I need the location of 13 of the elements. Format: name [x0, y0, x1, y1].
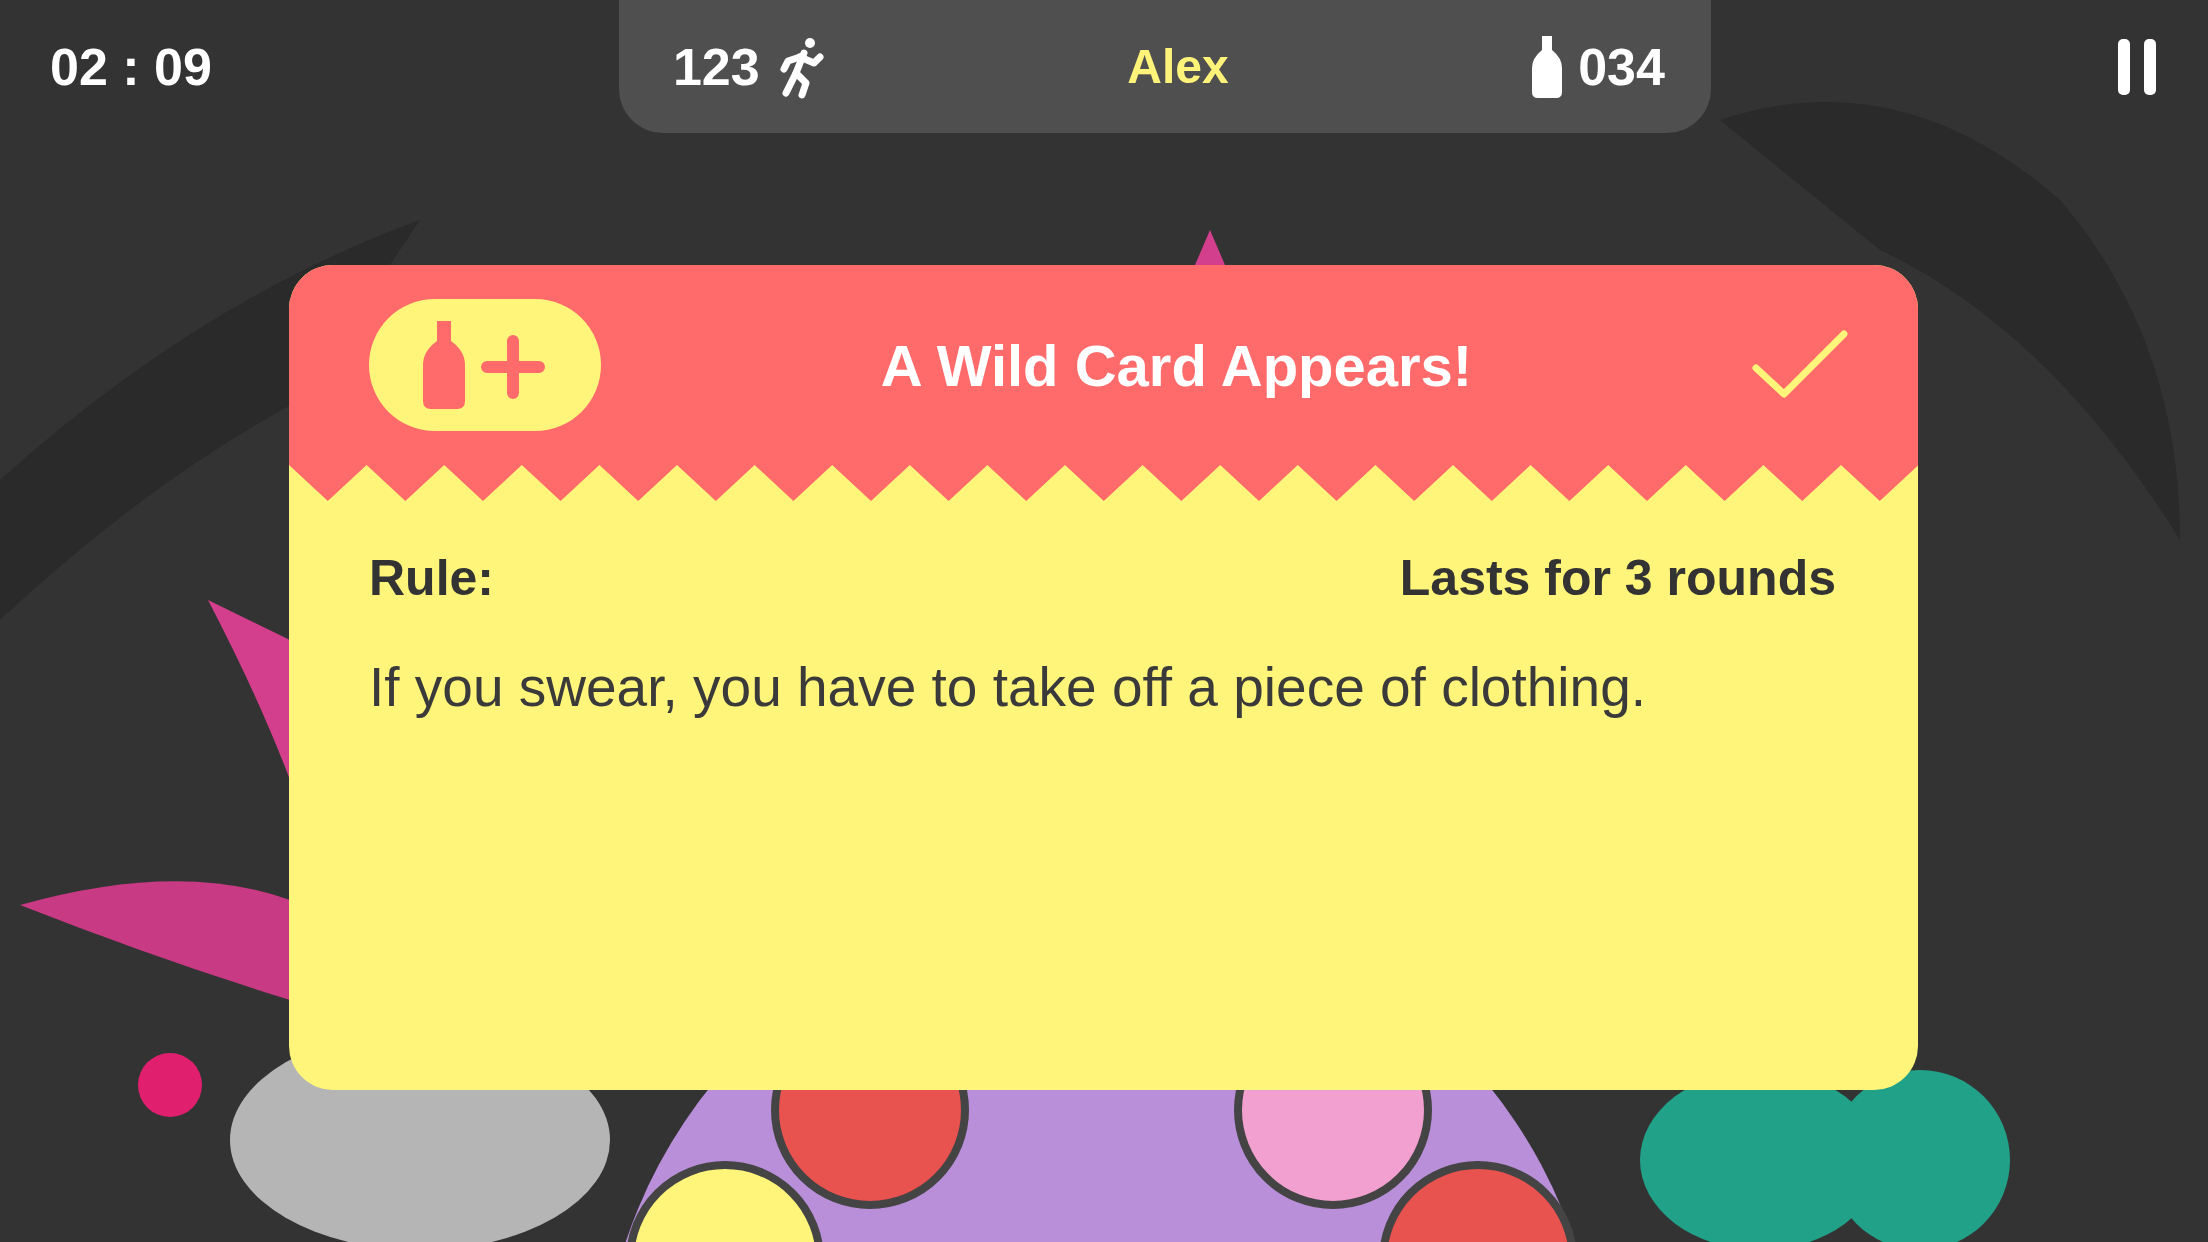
- rule-label: Rule:: [369, 549, 494, 608]
- pause-icon[interactable]: [2118, 38, 2158, 95]
- player-name: Alex: [1127, 38, 1229, 95]
- checkmark-icon[interactable]: [1752, 330, 1848, 400]
- bottle-icon: [1532, 35, 1563, 98]
- spike-shape: [1195, 230, 1225, 265]
- timer: 02 : 09: [50, 36, 212, 98]
- step-count: 123: [672, 36, 760, 98]
- card-title: A Wild Card Appears!: [880, 331, 1473, 400]
- rule-text: If you swear, you have to take off a piece of clothing.: [369, 655, 1647, 720]
- drink-count: 034: [1578, 36, 1665, 98]
- rule-duration: Lasts for 3 rounds: [1399, 549, 1836, 608]
- bottle-plus-icon: [423, 321, 547, 409]
